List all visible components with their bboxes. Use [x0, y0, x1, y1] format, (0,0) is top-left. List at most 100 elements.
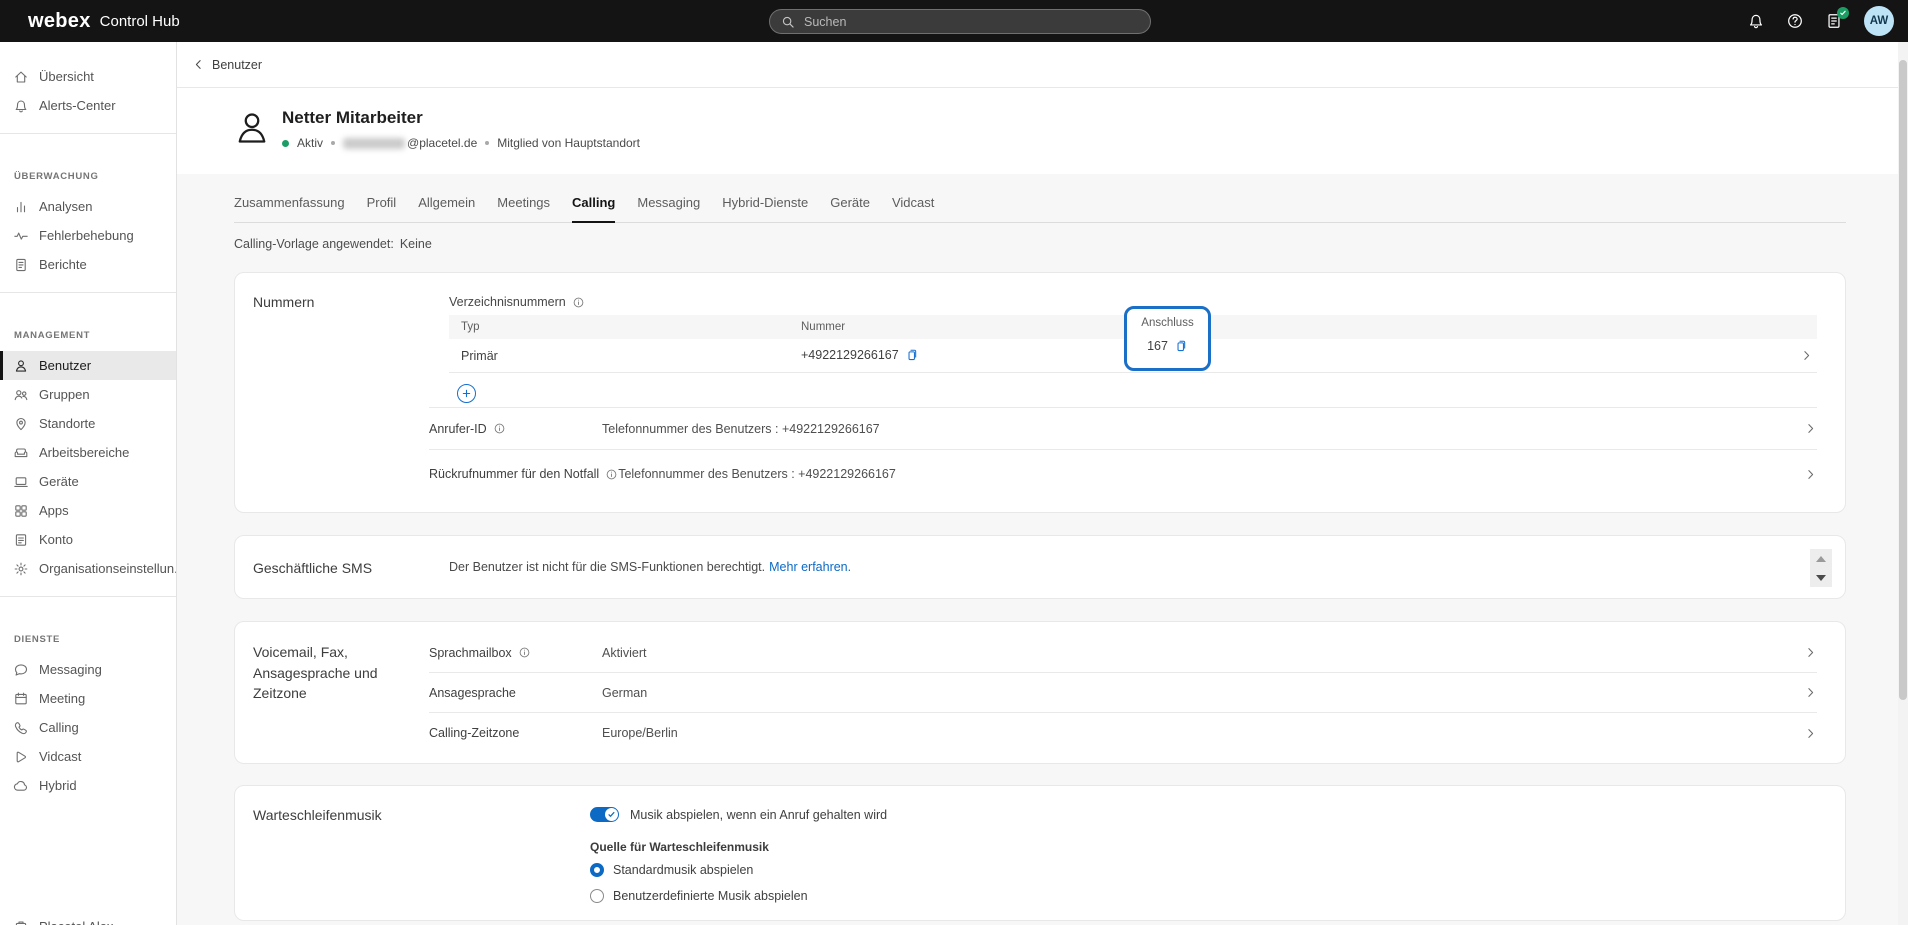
moh-source-label: Quelle für Warteschleifenmusik — [590, 840, 769, 854]
help-icon[interactable] — [1786, 12, 1804, 30]
tab-profil[interactable]: Profil — [367, 195, 397, 222]
sidebar-item-gruppen[interactable]: Gruppen — [0, 380, 176, 409]
calling-template-value: Keine — [400, 237, 432, 251]
sidebar-item-calling[interactable]: Calling — [0, 713, 176, 742]
scrollbar-thumb[interactable] — [1899, 60, 1907, 700]
business-sms-card: Geschäftliche SMS Der Benutzer ist nicht… — [234, 535, 1846, 599]
setting-label-wrap: Ansagesprache — [429, 686, 602, 700]
extension-value: 167 — [1147, 339, 1168, 353]
sidebar-item-placetel-alex[interactable]: Placetel Alex — [0, 912, 177, 925]
sidebar-item-organisationseinstellun[interactable]: Organisationseinstellun... — [0, 554, 176, 583]
groups-icon — [13, 387, 29, 403]
setting-row-sprachmailbox[interactable]: SprachmailboxAktiviert — [429, 633, 1817, 673]
phone-number: +4922129266167 — [801, 348, 899, 362]
sidebar-item-analysen[interactable]: Analysen — [0, 192, 176, 221]
sidebar-item-übersicht[interactable]: Übersicht — [0, 62, 176, 91]
sidebar-item-label: Konto — [39, 532, 73, 547]
tab-geräte[interactable]: Geräte — [830, 195, 870, 222]
sidebar-item-apps[interactable]: Apps — [0, 496, 176, 525]
add-number-button[interactable] — [457, 384, 476, 403]
radio-option-standardmusik-abspielen[interactable]: Standardmusik abspielen — [590, 863, 753, 877]
info-icon[interactable] — [605, 468, 618, 481]
info-icon[interactable] — [493, 422, 506, 435]
info-icon[interactable] — [572, 296, 585, 309]
account-icon — [13, 532, 29, 548]
sidebar-item-konto[interactable]: Konto — [0, 525, 176, 554]
anschluss-highlight-box: Anschluss 167 — [1124, 306, 1211, 371]
scroll-down-button[interactable] — [1810, 568, 1832, 587]
sidebar-section-title: ÜBERWACHUNG — [0, 147, 176, 192]
setting-value: Aktiviert — [602, 646, 646, 660]
voicemail-card-title: Voicemail, Fax, Ansagesprache und Zeitzo… — [253, 642, 408, 704]
copy-icon[interactable] — [1174, 339, 1188, 353]
sidebar-item-vidcast[interactable]: Vidcast — [0, 742, 176, 771]
status-dot — [282, 140, 289, 147]
radio-option-benutzerdefinierte-musik-abspielen[interactable]: Benutzerdefinierte Musik abspielen — [590, 889, 808, 903]
numbers-card: Nummern Verzeichnisnummern Typ Nummer Pr… — [234, 272, 1846, 513]
tab-zusammenfassung[interactable]: Zusammenfassung — [234, 195, 345, 222]
caller-id-row[interactable]: Anrufer-ID Telefonnummer des Benutzers :… — [429, 408, 1817, 449]
avatar[interactable]: AW — [1864, 6, 1894, 36]
copy-icon[interactable] — [905, 348, 919, 362]
info-icon[interactable] — [518, 646, 531, 659]
sidebar-item-label: Gruppen — [39, 387, 90, 402]
radio-selected-icon[interactable] — [590, 863, 604, 877]
setting-value: Europe/Berlin — [602, 726, 678, 740]
sidebar-item-meeting[interactable]: Meeting — [0, 684, 176, 713]
sidebar-item-berichte[interactable]: Berichte — [0, 250, 176, 279]
sidebar-item-messaging[interactable]: Messaging — [0, 655, 176, 684]
emergency-callback-value: Telefonnummer des Benutzers : +492212926… — [618, 467, 896, 481]
sidebar-item-hybrid[interactable]: Hybrid — [0, 771, 176, 800]
notifications-icon[interactable] — [1747, 12, 1765, 30]
messaging-icon — [13, 662, 29, 678]
sidebar-item-alerts-center[interactable]: Alerts-Center — [0, 91, 176, 120]
scroll-up-button[interactable] — [1810, 549, 1832, 568]
emergency-callback-row[interactable]: Rückrufnummer für den Notfall Telefonnum… — [429, 450, 1817, 498]
chevron-right-icon[interactable] — [1804, 422, 1817, 435]
tab-vidcast[interactable]: Vidcast — [892, 195, 934, 222]
learn-more-link[interactable]: Mehr erfahren. — [769, 560, 851, 574]
extension-cell: 167 — [1147, 339, 1188, 353]
sidebar-item-benutzer[interactable]: Benutzer — [0, 351, 176, 380]
music-toggle[interactable] — [590, 807, 619, 822]
separator-dot — [485, 141, 489, 145]
number-value-cell: +4922129266167 — [801, 348, 919, 362]
chevron-right-icon[interactable] — [1800, 349, 1813, 362]
tab-allgemein[interactable]: Allgemein — [418, 195, 475, 222]
divider — [0, 596, 176, 597]
radio-unselected-icon[interactable] — [590, 889, 604, 903]
page-scrollbar — [1898, 42, 1908, 925]
search-input[interactable]: Suchen — [769, 9, 1151, 34]
setting-label-wrap: Sprachmailbox — [429, 646, 602, 660]
column-anschluss: Anschluss — [1141, 317, 1193, 329]
sidebar-item-label: Fehlerbehebung — [39, 228, 134, 243]
whats-new-icon[interactable] — [1825, 12, 1843, 30]
caller-id-label-wrap: Anrufer-ID — [429, 422, 602, 436]
number-type: Primär — [461, 349, 498, 363]
sidebar-item-fehlerbehebung[interactable]: Fehlerbehebung — [0, 221, 176, 250]
setting-row-ansagesprache[interactable]: AnsagespracheGerman — [429, 673, 1817, 713]
chevron-left-icon[interactable] — [192, 58, 205, 71]
sidebar-item-geräte[interactable]: Geräte — [0, 467, 176, 496]
breadcrumb: Benutzer — [177, 42, 1908, 88]
chevron-right-icon[interactable] — [1804, 686, 1817, 699]
user-icon — [13, 358, 29, 374]
user-email: @placetel.de — [343, 136, 477, 150]
chevron-right-icon[interactable] — [1804, 646, 1817, 659]
tab-calling[interactable]: Calling — [572, 195, 615, 223]
sidebar-item-label: Alerts-Center — [39, 98, 116, 113]
sidebar-item-standorte[interactable]: Standorte — [0, 409, 176, 438]
sidebar-item-arbeitsbereiche[interactable]: Arbeitsbereiche — [0, 438, 176, 467]
tab-meetings[interactable]: Meetings — [497, 195, 550, 222]
report-icon — [13, 257, 29, 273]
directory-numbers-title: Verzeichnisnummern — [449, 295, 585, 309]
divider — [0, 292, 176, 293]
setting-row-calling-zeitzone[interactable]: Calling-ZeitzoneEurope/Berlin — [429, 713, 1817, 753]
sidebar-item-label: Vidcast — [39, 749, 81, 764]
chevron-right-icon[interactable] — [1804, 727, 1817, 740]
tab-messaging[interactable]: Messaging — [637, 195, 700, 222]
breadcrumb-back-link[interactable]: Benutzer — [212, 58, 262, 72]
sidebar-section-title: MANAGEMENT — [0, 306, 176, 351]
chevron-right-icon[interactable] — [1804, 468, 1817, 481]
tab-hybrid-dienste[interactable]: Hybrid-Dienste — [722, 195, 808, 222]
